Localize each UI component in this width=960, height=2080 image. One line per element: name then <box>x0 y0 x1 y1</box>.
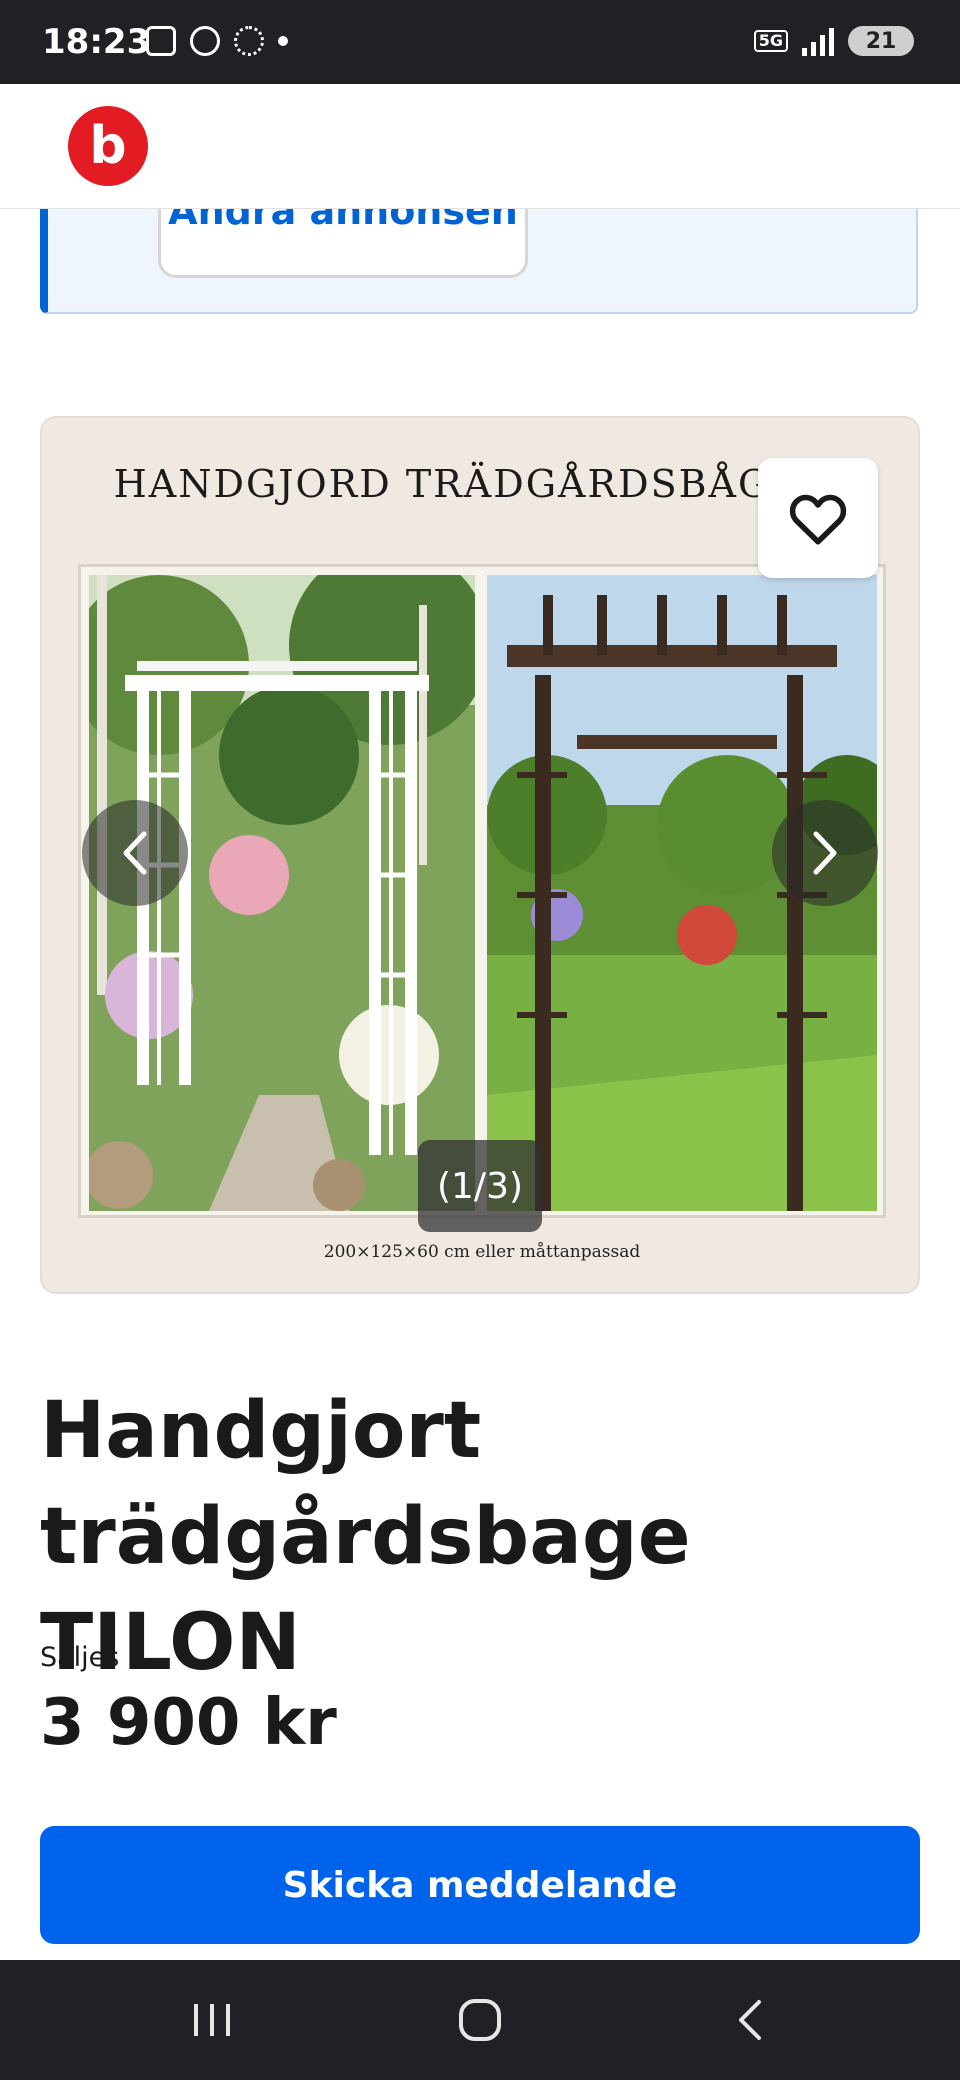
flower-icon <box>234 26 264 56</box>
home-icon <box>459 1999 501 2041</box>
photo-frame <box>78 564 886 1218</box>
more-notifications-icon <box>278 36 288 46</box>
chevron-right-icon <box>813 831 837 875</box>
next-image-button[interactable] <box>772 800 878 906</box>
battery-level: 21 <box>865 28 897 54</box>
signal-icon <box>802 26 834 56</box>
home-button[interactable] <box>450 1990 510 2050</box>
image-title-text: HANDGJORD TRÄDGÅRDSBÅG <box>113 462 771 506</box>
recents-button[interactable] <box>182 1990 242 2050</box>
listing-price: 3 900 kr <box>40 1686 337 1760</box>
system-nav-bar <box>0 1960 960 2080</box>
favorite-button[interactable] <box>758 458 878 578</box>
network-type: 5G <box>753 30 788 52</box>
recents-icon <box>194 2004 230 2036</box>
status-bar: 18:23 5G 21 <box>0 0 960 84</box>
image-caption-text: 200×125×60 cm eller måttanpassad <box>323 1242 641 1262</box>
logo-letter: b <box>89 116 127 176</box>
back-icon <box>739 2000 761 2040</box>
image-counter: (1/3) <box>418 1140 542 1232</box>
battery-icon: 21 <box>848 26 914 56</box>
blocket-logo[interactable]: b <box>68 106 148 186</box>
send-message-button[interactable]: Skicka meddelande <box>40 1826 920 1944</box>
chevron-left-icon <box>123 831 147 875</box>
heart-icon <box>789 494 847 545</box>
screenshot-icon <box>146 26 176 56</box>
sale-type-label: Säljes <box>40 1642 120 1673</box>
status-right: 5G 21 <box>753 26 914 56</box>
previous-image-button[interactable] <box>82 800 188 906</box>
app-notification-icon <box>190 26 220 56</box>
listing-title: Handgjort trädgårdsbage TILON <box>40 1386 691 1688</box>
app-header: b <box>0 84 960 209</box>
notification-icons <box>146 26 288 56</box>
status-time: 18:23 <box>42 22 151 62</box>
back-button[interactable] <box>720 1990 780 2050</box>
